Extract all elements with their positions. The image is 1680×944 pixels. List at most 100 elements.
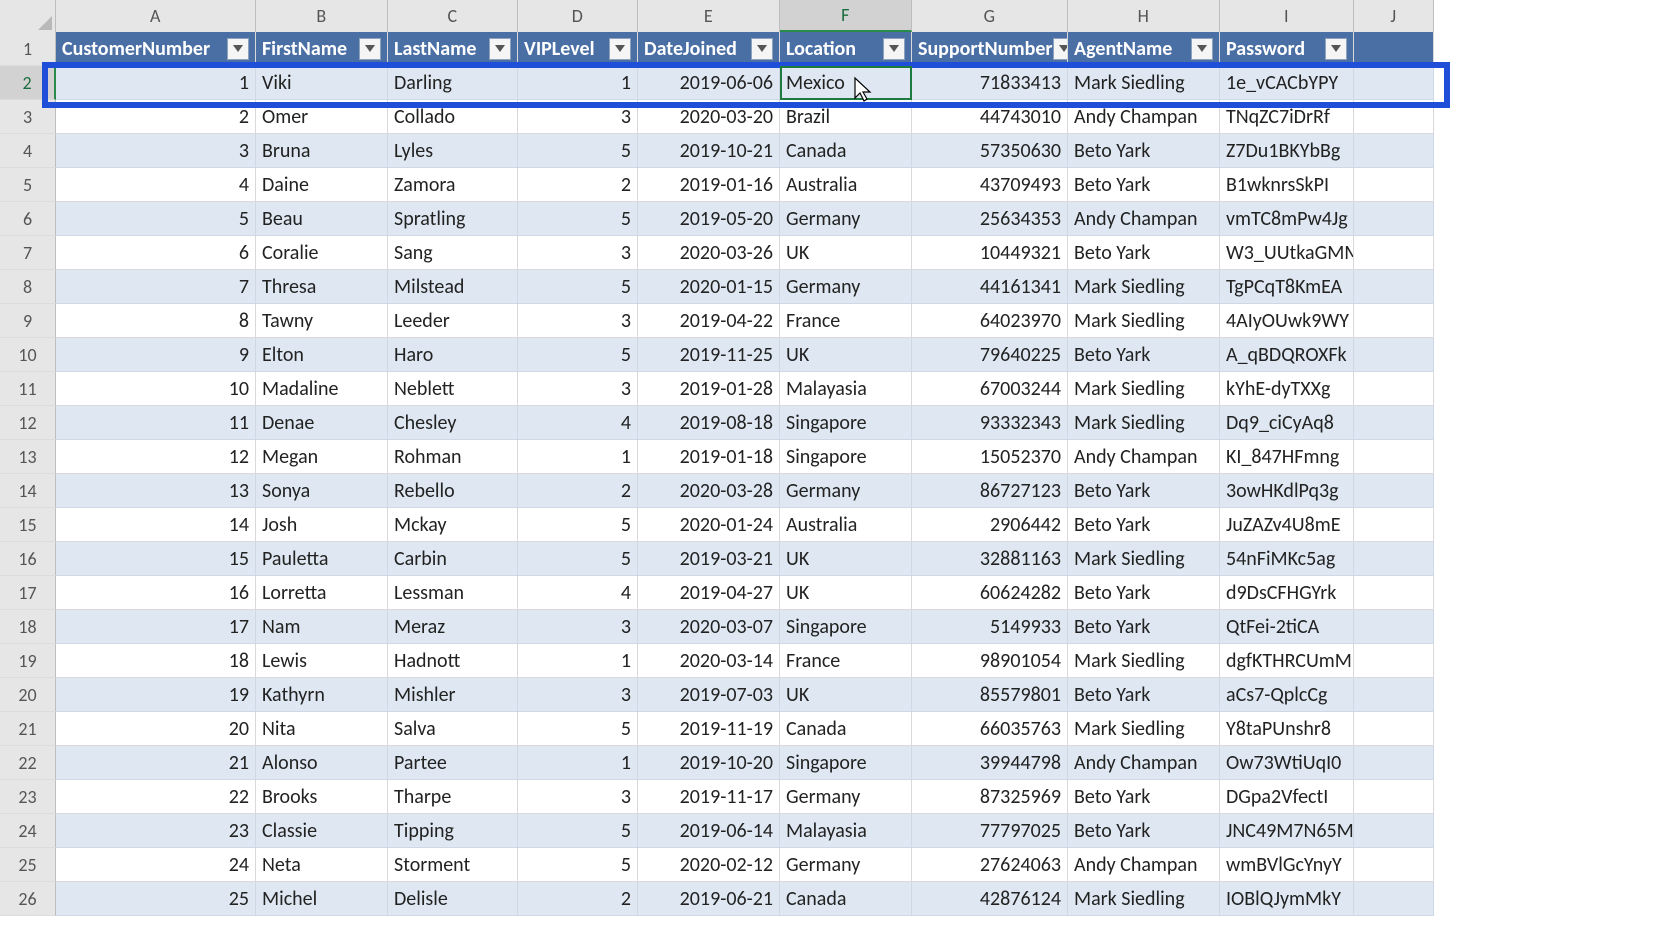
cell-F[interactable]: Singapore — [780, 610, 912, 644]
cell-A[interactable]: 16 — [56, 576, 256, 610]
cell-E[interactable]: 2020-03-20 — [638, 100, 780, 134]
cell-E[interactable]: 2019-01-18 — [638, 440, 780, 474]
filter-dropdown-button[interactable] — [883, 38, 905, 60]
column-header-D[interactable]: D — [518, 0, 638, 32]
cell-H[interactable]: Mark Siedling — [1068, 542, 1220, 576]
cell-C[interactable]: Haro — [388, 338, 518, 372]
cell-F[interactable]: Australia — [780, 508, 912, 542]
cell-G[interactable]: 85579801 — [912, 678, 1068, 712]
row-header-25[interactable]: 25 — [0, 848, 56, 882]
filter-dropdown-button[interactable] — [489, 38, 511, 60]
cell-A[interactable]: 19 — [56, 678, 256, 712]
cell-H[interactable]: Mark Siedling — [1068, 882, 1220, 916]
cell-H[interactable]: Beto Yark — [1068, 814, 1220, 848]
cell-C[interactable]: Sang — [388, 236, 518, 270]
cell-B[interactable]: Nam — [256, 610, 388, 644]
cell-F[interactable]: Singapore — [780, 406, 912, 440]
cell-B[interactable]: Josh — [256, 508, 388, 542]
cell-E[interactable]: 2019-07-03 — [638, 678, 780, 712]
cell-B[interactable]: Tawny — [256, 304, 388, 338]
cell-I[interactable]: QtFei-2tiCA — [1220, 610, 1354, 644]
header-cell-H[interactable]: AgentName — [1068, 32, 1220, 66]
cell-B[interactable]: Sonya — [256, 474, 388, 508]
cell-G[interactable]: 87325969 — [912, 780, 1068, 814]
cell-B[interactable]: Megan — [256, 440, 388, 474]
row-header-7[interactable]: 7 — [0, 236, 56, 270]
row-header-13[interactable]: 13 — [0, 440, 56, 474]
cell-A[interactable]: 6 — [56, 236, 256, 270]
row-header-1[interactable]: 1 — [0, 32, 56, 66]
cell-C[interactable]: Carbin — [388, 542, 518, 576]
cell-A[interactable]: 9 — [56, 338, 256, 372]
row-header-5[interactable]: 5 — [0, 168, 56, 202]
row-header-22[interactable]: 22 — [0, 746, 56, 780]
row-header-2[interactable]: 2 — [0, 66, 56, 100]
cell-I[interactable]: Ow73WtiUqI0 — [1220, 746, 1354, 780]
cell-E[interactable]: 2019-10-21 — [638, 134, 780, 168]
cell-G[interactable]: 64023970 — [912, 304, 1068, 338]
column-header-I[interactable]: I — [1220, 0, 1354, 32]
cell-A[interactable]: 5 — [56, 202, 256, 236]
row-header-8[interactable]: 8 — [0, 270, 56, 304]
cell-E[interactable]: 2019-01-28 — [638, 372, 780, 406]
cell-D[interactable]: 3 — [518, 678, 638, 712]
cell-G[interactable]: 86727123 — [912, 474, 1068, 508]
cell-H[interactable]: Beto Yark — [1068, 610, 1220, 644]
cell-F[interactable]: UK — [780, 678, 912, 712]
header-cell-C[interactable]: LastName — [388, 32, 518, 66]
row-header-10[interactable]: 10 — [0, 338, 56, 372]
cell-I[interactable]: JuZAZv4U8mE — [1220, 508, 1354, 542]
cell-F[interactable]: Germany — [780, 474, 912, 508]
cell-D[interactable]: 3 — [518, 372, 638, 406]
cell-E[interactable]: 2019-11-19 — [638, 712, 780, 746]
header-cell-F[interactable]: Location — [780, 32, 912, 66]
row-header-21[interactable]: 21 — [0, 712, 56, 746]
cell-D[interactable]: 5 — [518, 134, 638, 168]
cell-I[interactable]: JNC49M7N65M — [1220, 814, 1354, 848]
cell-D[interactable]: 1 — [518, 644, 638, 678]
cell-E[interactable]: 2019-11-25 — [638, 338, 780, 372]
cell-A[interactable]: 24 — [56, 848, 256, 882]
column-header-E[interactable]: E — [638, 0, 780, 32]
cell-I[interactable]: IOBlQJymMkY — [1220, 882, 1354, 916]
cell-F[interactable]: Germany — [780, 202, 912, 236]
cell-B[interactable]: Thresa — [256, 270, 388, 304]
cell-J[interactable] — [1354, 644, 1434, 678]
row-header-9[interactable]: 9 — [0, 304, 56, 338]
row-header-14[interactable]: 14 — [0, 474, 56, 508]
cell-A[interactable]: 10 — [56, 372, 256, 406]
cell-I[interactable]: Z7Du1BKYbBg — [1220, 134, 1354, 168]
cell-A[interactable]: 18 — [56, 644, 256, 678]
cell-H[interactable]: Mark Siedling — [1068, 304, 1220, 338]
cell-H[interactable]: Beto Yark — [1068, 508, 1220, 542]
cell-E[interactable]: 2019-01-16 — [638, 168, 780, 202]
cell-A[interactable]: 8 — [56, 304, 256, 338]
cell-A[interactable]: 11 — [56, 406, 256, 440]
cell-H[interactable]: Beto Yark — [1068, 474, 1220, 508]
cell-B[interactable]: Kathyrn — [256, 678, 388, 712]
cell-I[interactable]: Dq9_ciCyAq8 — [1220, 406, 1354, 440]
cell-C[interactable]: Rohman — [388, 440, 518, 474]
cell-I[interactable]: aCs7-QplcCg — [1220, 678, 1354, 712]
cell-C[interactable]: Leeder — [388, 304, 518, 338]
cell-B[interactable]: Daine — [256, 168, 388, 202]
cell-G[interactable]: 25634353 — [912, 202, 1068, 236]
cell-D[interactable]: 5 — [518, 814, 638, 848]
cell-F[interactable]: UK — [780, 338, 912, 372]
cell-D[interactable]: 5 — [518, 848, 638, 882]
cell-D[interactable]: 3 — [518, 610, 638, 644]
cell-B[interactable]: Beau — [256, 202, 388, 236]
cell-H[interactable]: Andy Champan — [1068, 100, 1220, 134]
cell-B[interactable]: Denae — [256, 406, 388, 440]
cell-H[interactable]: Andy Champan — [1068, 848, 1220, 882]
row-header-15[interactable]: 15 — [0, 508, 56, 542]
cell-A[interactable]: 14 — [56, 508, 256, 542]
row-header-17[interactable]: 17 — [0, 576, 56, 610]
cell-B[interactable]: Neta — [256, 848, 388, 882]
cell-D[interactable]: 2 — [518, 474, 638, 508]
row-header-20[interactable]: 20 — [0, 678, 56, 712]
cell-D[interactable]: 3 — [518, 236, 638, 270]
cell-H[interactable]: Mark Siedling — [1068, 372, 1220, 406]
cell-B[interactable]: Bruna — [256, 134, 388, 168]
cell-D[interactable]: 5 — [518, 508, 638, 542]
